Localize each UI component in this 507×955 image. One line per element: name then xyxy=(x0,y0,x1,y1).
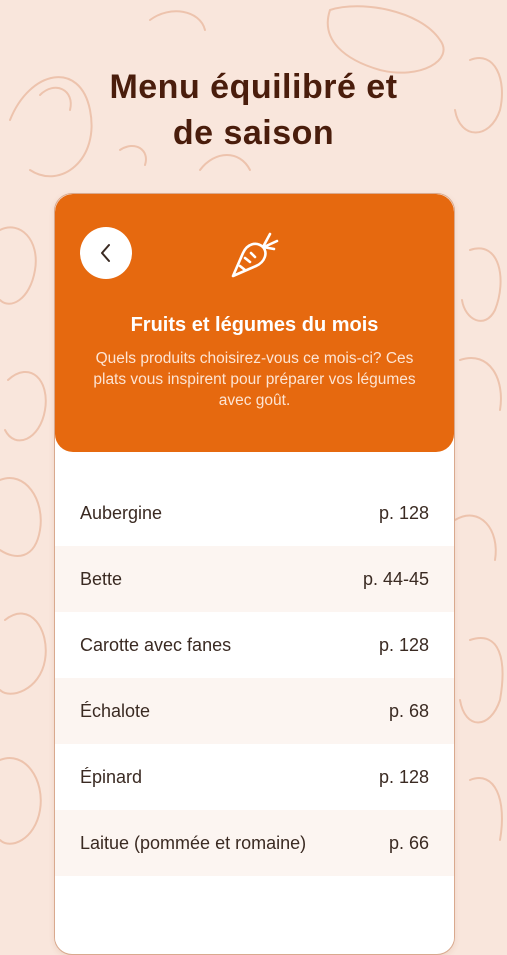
list-item-partial[interactable] xyxy=(55,876,454,942)
item-name: Carotte avec fanes xyxy=(80,634,232,655)
list-item[interactable]: Laitue (pommée et romaine) p. 66 xyxy=(55,810,454,876)
item-page: p. 128 xyxy=(378,634,429,655)
headline-line-1: Menu équilibré et xyxy=(109,68,398,106)
item-name: Bette xyxy=(80,568,123,589)
list-item[interactable]: Bette p. 44-45 xyxy=(55,546,454,612)
item-page: p. 66 xyxy=(388,832,429,853)
card-header: Fruits et légumes du mois Quels produits… xyxy=(55,194,454,452)
item-page: p. 68 xyxy=(388,700,429,721)
card-title: Fruits et légumes du mois xyxy=(130,314,379,336)
item-name: Aubergine xyxy=(80,502,163,523)
page-headline: Menu équilibré et de saison xyxy=(0,64,507,156)
item-name: Échalote xyxy=(80,700,151,721)
headline-line-2: de saison xyxy=(172,114,335,152)
list-item[interactable]: Échalote p. 68 xyxy=(55,678,454,744)
item-name: Laitue (pommée et romaine) xyxy=(80,832,307,853)
produce-list: Aubergine p. 128 Bette p. 44-45 Carotte … xyxy=(55,480,454,942)
chevron-left-icon xyxy=(101,244,110,262)
seasonal-produce-card: Fruits et légumes du mois Quels produits… xyxy=(54,193,455,955)
carrot-icon xyxy=(231,232,279,278)
card-subtitle: Quels produits choisirez-vous ce mois-ci… xyxy=(93,350,416,409)
list-item[interactable]: Épinard p. 128 xyxy=(55,744,454,810)
item-page: p. 44-45 xyxy=(362,568,429,589)
item-page: p. 128 xyxy=(378,766,429,787)
item-name: Épinard xyxy=(80,766,143,787)
list-item[interactable]: Carotte avec fanes p. 128 xyxy=(55,612,454,678)
back-button[interactable] xyxy=(80,227,132,279)
item-page: p. 128 xyxy=(378,502,429,523)
list-item[interactable]: Aubergine p. 128 xyxy=(55,480,454,546)
